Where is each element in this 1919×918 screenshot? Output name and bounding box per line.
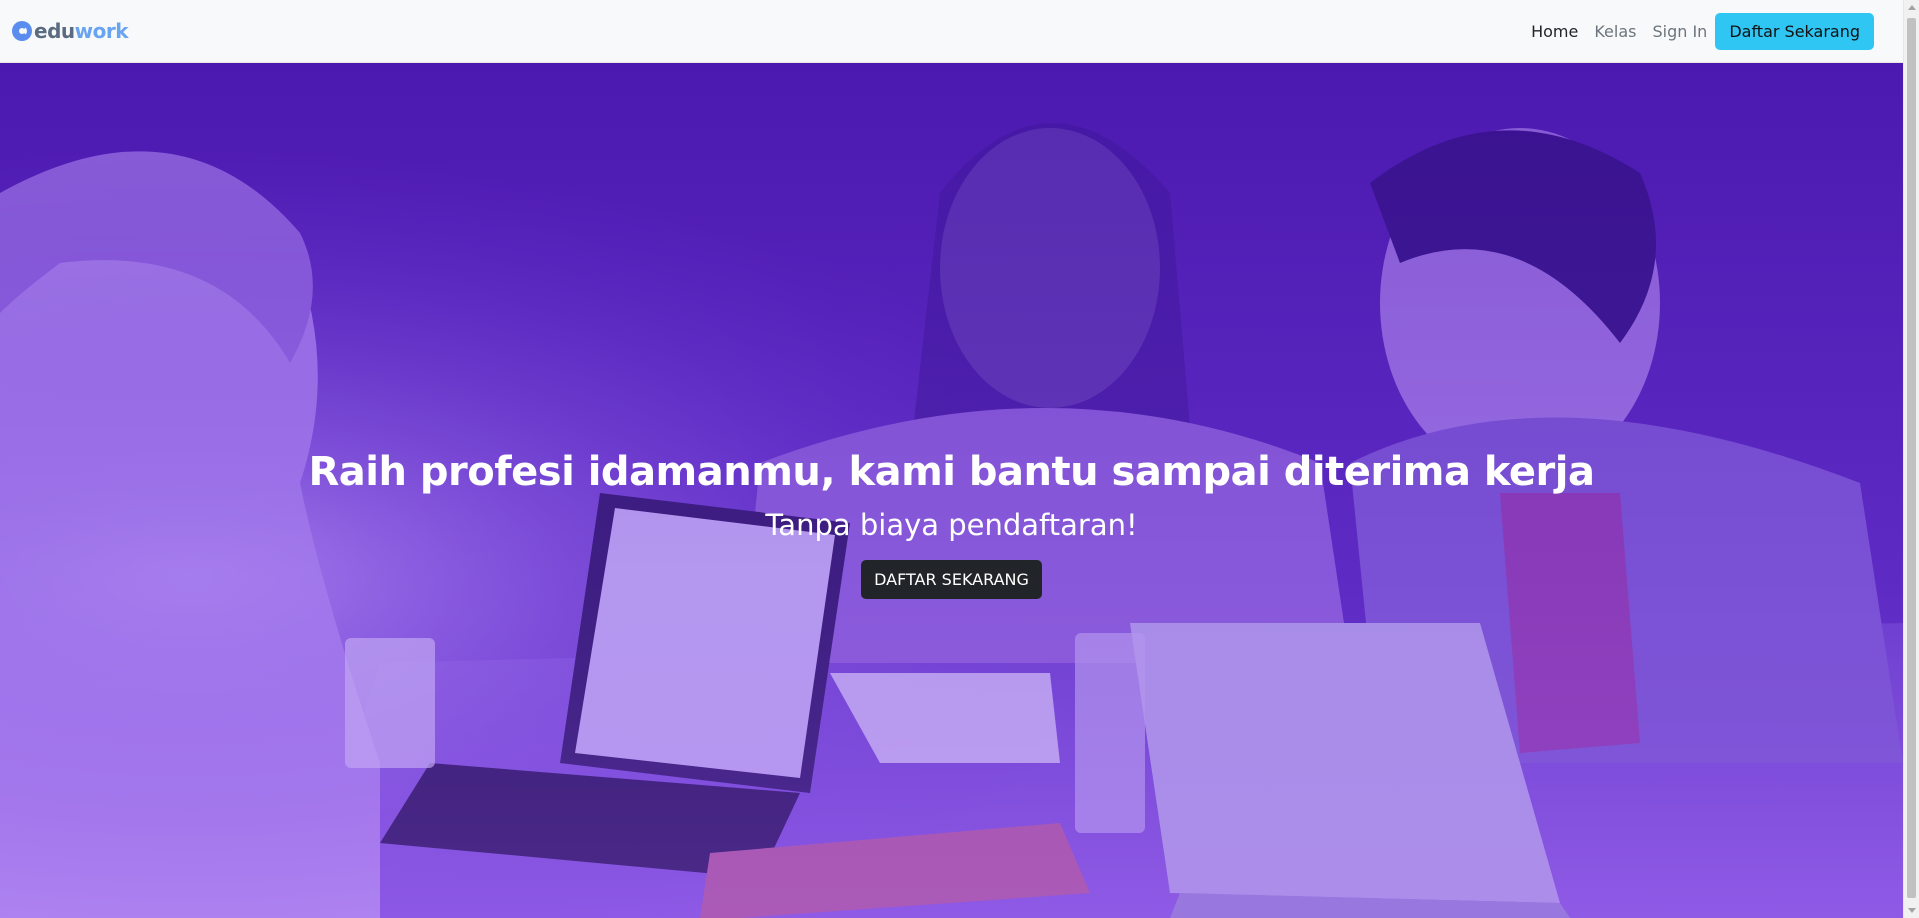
page: eduwork Home Kelas Sign In Daftar Sekara…: [0, 0, 1919, 918]
brand-name-prefix: edu: [34, 19, 75, 43]
brand-name: eduwork: [34, 19, 129, 43]
brand-logo[interactable]: eduwork: [12, 19, 129, 43]
hero-register-button[interactable]: DAFTAR SEKARANG: [861, 560, 1042, 599]
hero-content: Raih profesi idamanmu, kami bantu sampai…: [0, 448, 1903, 599]
nav-link-sign-in[interactable]: Sign In: [1644, 14, 1715, 49]
nav-link-kelas[interactable]: Kelas: [1586, 14, 1644, 49]
scrollbar-thumb[interactable]: [1907, 18, 1916, 898]
register-button[interactable]: Daftar Sekarang: [1715, 12, 1874, 50]
nav-link-home[interactable]: Home: [1523, 14, 1586, 49]
hero-subtitle: Tanpa biaya pendaftaran!: [765, 508, 1138, 542]
nav-links: Home Kelas Sign In Daftar Sekarang: [1523, 12, 1874, 50]
eduwork-logo-icon: [12, 21, 32, 41]
brand-name-suffix: work: [74, 19, 129, 43]
vertical-scrollbar[interactable]: [1903, 0, 1919, 918]
scroll-up-arrow-icon[interactable]: [1908, 5, 1916, 10]
hero-title: Raih profesi idamanmu, kami bantu sampai…: [308, 449, 1595, 495]
hero-section: Raih profesi idamanmu, kami bantu sampai…: [0, 63, 1903, 918]
navbar: eduwork Home Kelas Sign In Daftar Sekara…: [0, 0, 1903, 63]
scroll-down-arrow-icon[interactable]: [1908, 908, 1916, 913]
